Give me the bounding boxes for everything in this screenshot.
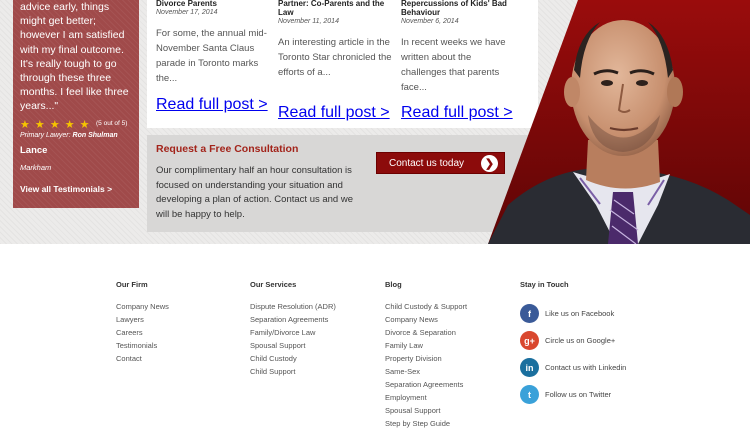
footer-link[interactable]: Divorce & Separation — [385, 326, 467, 339]
blog-post-title[interactable]: Partner: Co-Parents and the Law — [278, 0, 394, 17]
social-label: Contact us with Linkedin — [545, 363, 627, 372]
linkedin-icon: in — [520, 358, 539, 377]
view-all-testimonials-link[interactable]: View all Testimonials > — [20, 184, 112, 194]
hero-section: advice early, things might get better; h… — [0, 0, 750, 244]
footer-link[interactable]: Careers — [116, 326, 169, 339]
footer-column-stay-in-touch: Stay in Touch f Like us on Facebook g+ C… — [520, 280, 626, 408]
rating-text: (5 out of 5) — [96, 120, 128, 127]
blog-post-excerpt: For some, the annual mid-November Santa … — [156, 28, 267, 84]
rating-stars-icon: ★ ★ ★ ★ ★ — [20, 119, 91, 131]
footer-link[interactable]: Separation Agreements — [385, 378, 467, 391]
consultation-panel: Request a Free Consultation Our complime… — [147, 135, 538, 232]
social-label: Like us on Facebook — [545, 309, 615, 318]
blog-post-date: November 17, 2014 — [156, 9, 218, 16]
primary-lawyer-name: Ron Shulman — [72, 132, 118, 139]
footer-heading: Stay in Touch — [520, 280, 569, 289]
contact-us-button[interactable]: Contact us today ❯ — [376, 152, 505, 174]
footer-heading: Our Firm — [116, 280, 148, 289]
testimonial-city: Markham — [20, 163, 52, 172]
primary-lawyer: Primary Lawyer: Ron Shulman — [20, 132, 118, 139]
site-footer: Our Firm Company News Lawyers Careers Te… — [0, 244, 750, 430]
social-twitter-link[interactable]: t Follow us on Twitter — [520, 381, 626, 408]
footer-link[interactable]: Same-Sex — [385, 365, 467, 378]
footer-link[interactable]: Company News — [116, 300, 169, 313]
footer-column-our-firm: Our Firm Company News Lawyers Careers Te… — [116, 280, 169, 365]
footer-link[interactable]: Child Custody — [250, 352, 336, 365]
google-plus-icon: g+ — [520, 331, 539, 350]
primary-lawyer-label: Primary Lawyer: — [20, 132, 71, 139]
footer-column-blog: Blog Child Custody & Support Company New… — [385, 280, 467, 430]
footer-link[interactable]: Spousal Support — [385, 404, 467, 417]
blog-post-excerpt: An interesting article in the Toronto St… — [278, 37, 392, 78]
footer-link[interactable]: Contact — [116, 352, 169, 365]
read-full-post-link[interactable]: Read full post > — [278, 104, 394, 122]
read-full-post-link[interactable]: Read full post > — [156, 96, 272, 114]
facebook-icon: f — [520, 304, 539, 323]
footer-link[interactable]: Lawyers — [116, 313, 169, 326]
social-label: Follow us on Twitter — [545, 390, 612, 399]
lawyer-portrait-image — [488, 0, 750, 244]
lawyer-photo — [488, 0, 750, 244]
footer-link[interactable]: Property Division — [385, 352, 467, 365]
twitter-icon: t — [520, 385, 539, 404]
social-linkedin-link[interactable]: in Contact us with Linkedin — [520, 354, 626, 381]
social-google-plus-link[interactable]: g+ Circle us on Google+ — [520, 327, 626, 354]
blog-post-2: Partner: Co-Parents and the Law November… — [278, 0, 394, 80]
recent-blog-posts: Divorce Parents November 17, 2014 For so… — [147, 0, 538, 128]
blog-post-1: Divorce Parents November 17, 2014 For so… — [156, 0, 272, 86]
footer-heading: Blog — [385, 280, 402, 289]
footer-link[interactable]: Family/Divorce Law — [250, 326, 336, 339]
footer-link[interactable]: Employment — [385, 391, 467, 404]
consultation-text: Our complimentary half an hour consultat… — [156, 165, 353, 220]
testimonial-quote: advice early, things might get better; h… — [20, 1, 129, 113]
blog-post-date: November 11, 2014 — [278, 18, 339, 25]
footer-link[interactable]: Family Law — [385, 339, 467, 352]
blog-post-title[interactable]: Divorce Parents — [156, 0, 272, 8]
footer-link[interactable]: Spousal Support — [250, 339, 336, 352]
contact-us-label: Contact us today — [389, 157, 465, 169]
social-label: Circle us on Google+ — [545, 336, 616, 345]
footer-link[interactable]: Testimonials — [116, 339, 169, 352]
footer-link[interactable]: Dispute Resolution (ADR) — [250, 300, 336, 313]
consultation-title: Request a Free Consultation — [156, 143, 299, 155]
footer-link[interactable]: Child Custody & Support — [385, 300, 467, 313]
testimonial-author: Lance — [20, 145, 48, 156]
footer-link[interactable]: Step by Step Guide — [385, 417, 467, 430]
footer-link[interactable]: Company News — [385, 313, 467, 326]
testimonial-card: advice early, things might get better; h… — [13, 0, 139, 208]
social-facebook-link[interactable]: f Like us on Facebook — [520, 300, 626, 327]
footer-link[interactable]: Separation Agreements — [250, 313, 336, 326]
footer-heading: Our Services — [250, 280, 297, 289]
footer-link[interactable]: Child Support — [250, 365, 336, 378]
footer-column-our-services: Our Services Dispute Resolution (ADR) Se… — [250, 280, 336, 378]
